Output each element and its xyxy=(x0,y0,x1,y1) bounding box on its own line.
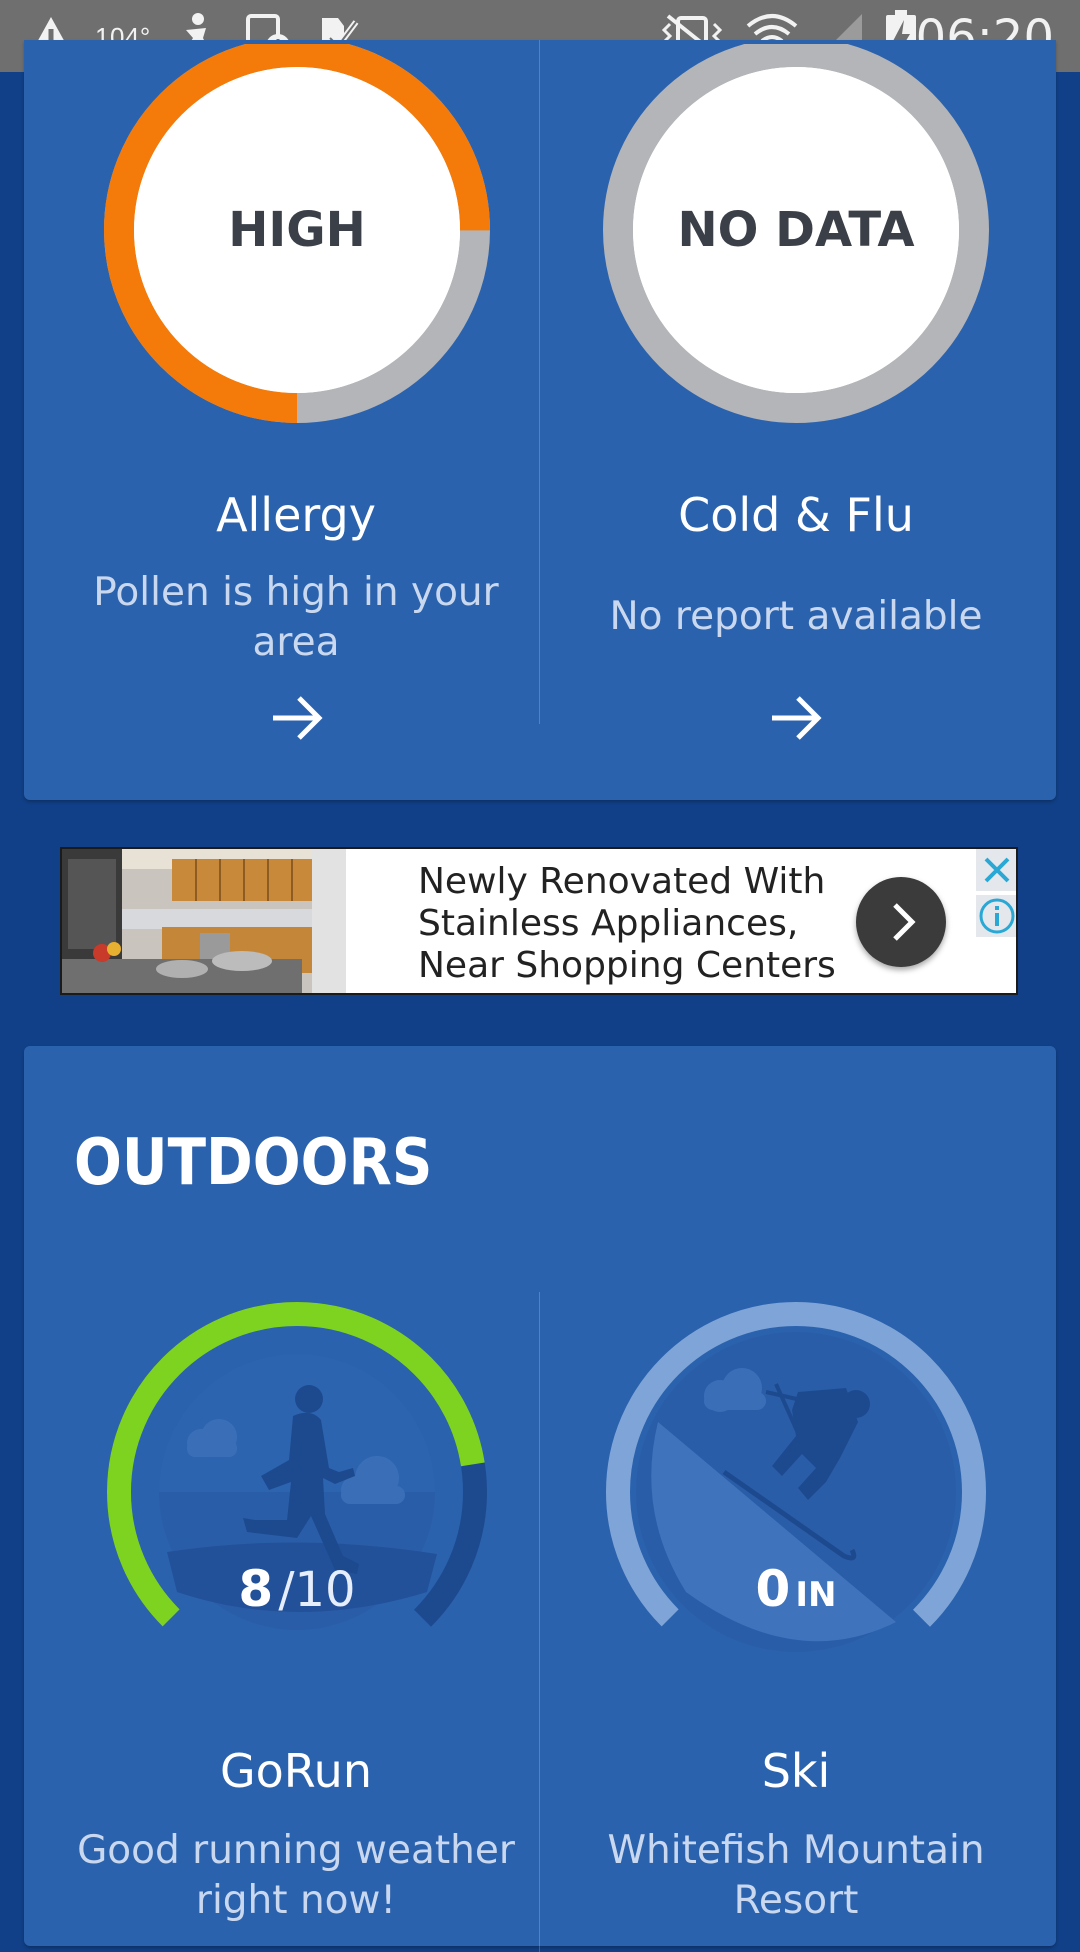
cold-flu-title: Cold & Flu xyxy=(678,488,914,542)
allergy-arrow-icon[interactable] xyxy=(265,686,329,750)
gorun-score-suffix: /10 xyxy=(278,1562,356,1618)
gorun-title: GoRun xyxy=(220,1744,372,1798)
column-divider xyxy=(539,1292,540,1952)
ski-score: 0 IN xyxy=(646,1560,946,1618)
ad-text: Newly Renovated With Stainless Appliance… xyxy=(418,861,858,987)
ski-score-value: 0 xyxy=(755,1560,791,1618)
ski-gauge xyxy=(606,1302,986,1682)
ski-score-unit: IN xyxy=(795,1575,837,1615)
ad-info-button[interactable] xyxy=(976,895,1016,937)
column-divider xyxy=(539,40,540,724)
gorun-gauge xyxy=(106,1302,487,1682)
gorun-score-value: 8 xyxy=(238,1560,274,1618)
cold-flu-description: No report available xyxy=(609,594,983,639)
info-icon xyxy=(979,898,1015,934)
outdoors-card: OUTDOORS 8 /10 GoRun Good running weathe… xyxy=(24,1046,1056,1952)
gorun-description: Good running weather right now! xyxy=(77,1828,515,1923)
chevron-right-icon xyxy=(893,903,916,941)
kitchen-photo xyxy=(62,849,346,993)
ad-line: Newly Renovated With xyxy=(418,861,826,902)
cold-flu-arrow-icon[interactable] xyxy=(764,686,828,750)
allergy-title: Allergy xyxy=(216,488,376,542)
cold-flu-gauge-label: NO DATA xyxy=(677,202,915,258)
ski-description: Whitefish Mountain Resort xyxy=(607,1828,985,1923)
health-card: HIGH Allergy Pollen is high in your area… xyxy=(24,40,1056,800)
ad-go-button[interactable] xyxy=(856,877,946,967)
ad-close-button[interactable] xyxy=(976,849,1016,891)
ad-line: Stainless Appliances, xyxy=(418,903,799,944)
allergy-description: Pollen is high in your area xyxy=(93,570,499,665)
section-title: OUTDOORS xyxy=(74,1126,433,1200)
ad-line: Near Shopping Centers xyxy=(418,945,836,986)
close-icon xyxy=(984,857,1010,883)
ski-title: Ski xyxy=(761,1744,831,1798)
allergy-gauge-label: HIGH xyxy=(228,202,366,258)
gorun-score: 8 /10 xyxy=(147,1560,447,1618)
ad-banner[interactable]: Newly Renovated With Stainless Appliance… xyxy=(60,847,1018,995)
